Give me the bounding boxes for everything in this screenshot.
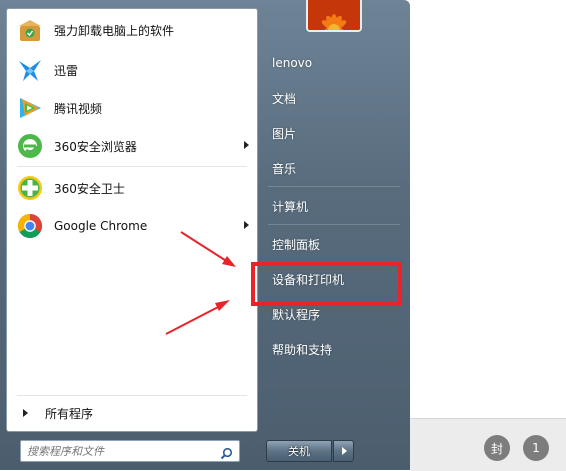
- program-label: 强力卸载电脑上的软件: [54, 23, 175, 38]
- shutdown-label: 关机: [288, 445, 310, 458]
- right-item-label: 图片: [272, 126, 297, 141]
- program-item-360-safeguard[interactable]: 360安全卫士: [11, 171, 253, 205]
- chevron-right-icon: [342, 447, 347, 455]
- right-item-pictures[interactable]: 图片: [264, 118, 404, 148]
- right-item-label: 帮助和支持: [272, 342, 333, 357]
- uninstaller-box-icon: [15, 15, 45, 45]
- right-item-control-panel[interactable]: 控制面板: [264, 229, 404, 259]
- divider: [17, 166, 247, 167]
- right-item-label: 计算机: [272, 199, 309, 214]
- program-item-uninstaller[interactable]: 强力卸载电脑上的软件: [11, 13, 253, 47]
- all-programs-button[interactable]: 所有程序: [11, 401, 253, 425]
- background-button[interactable]: 1: [523, 435, 549, 461]
- user-avatar[interactable]: [306, 0, 362, 32]
- right-item-label: 文档: [272, 91, 297, 106]
- program-item-360-browser[interactable]: 360安全浏览器: [11, 129, 253, 163]
- right-item-documents[interactable]: 文档: [264, 83, 404, 113]
- search-box: [20, 440, 240, 462]
- program-item-tencent-video[interactable]: 腾讯视频: [11, 91, 253, 125]
- submenu-arrow-icon: [244, 141, 249, 149]
- shutdown-button[interactable]: 关机: [266, 440, 332, 462]
- right-item-help-support[interactable]: 帮助和支持: [264, 334, 404, 364]
- expand-arrow-icon: [23, 409, 28, 417]
- search-input[interactable]: [21, 444, 212, 458]
- right-item-label: lenovo: [272, 56, 313, 70]
- highlight-box: [251, 262, 402, 306]
- shutdown-options-button[interactable]: [333, 440, 354, 462]
- submenu-arrow-icon: [244, 221, 249, 229]
- right-item-label: 音乐: [272, 161, 297, 176]
- search-icon[interactable]: [220, 445, 233, 464]
- program-label: 腾讯视频: [54, 101, 103, 116]
- all-programs-label: 所有程序: [45, 406, 94, 421]
- programs-pane: 强力卸载电脑上的软件 迅雷 腾讯视频 360安全浏览器 360安全卫士 Goog…: [6, 8, 258, 432]
- tencent-video-icon: [15, 93, 45, 123]
- program-item-google-chrome[interactable]: Google Chrome: [11, 209, 253, 243]
- right-item-music[interactable]: 音乐: [264, 153, 404, 183]
- background-button[interactable]: 封: [484, 435, 510, 461]
- right-item-label: 控制面板: [272, 237, 321, 252]
- program-item-xunlei[interactable]: 迅雷: [11, 53, 253, 87]
- chrome-icon: [15, 211, 45, 241]
- program-label: 360安全浏览器: [54, 139, 137, 154]
- program-label: 迅雷: [54, 63, 79, 78]
- 360-safeguard-icon: [15, 173, 45, 203]
- program-label: Google Chrome: [54, 219, 148, 233]
- right-item-computer[interactable]: 计算机: [264, 191, 404, 221]
- right-item-label: 默认程序: [272, 307, 321, 322]
- xunlei-bird-icon: [15, 55, 45, 85]
- program-label: 360安全卫士: [54, 181, 125, 196]
- divider: [268, 186, 400, 187]
- divider: [268, 224, 400, 225]
- right-item-user-folder[interactable]: lenovo: [264, 48, 404, 78]
- 360-browser-icon: [15, 131, 45, 161]
- divider: [17, 395, 247, 396]
